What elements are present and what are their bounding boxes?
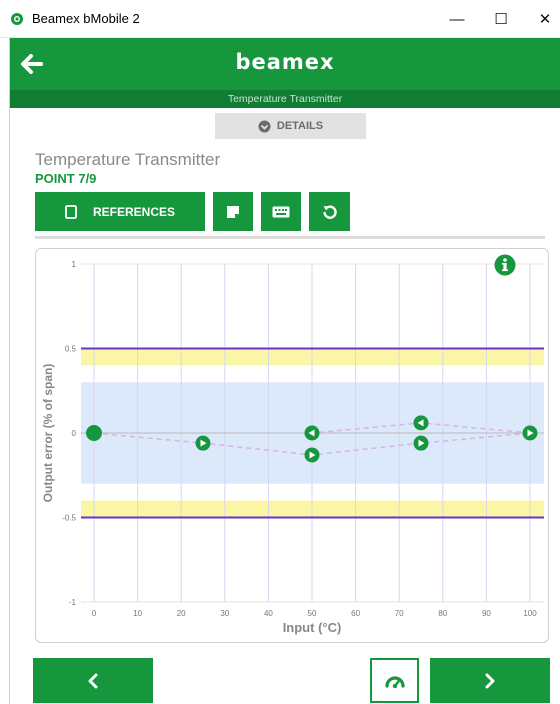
y-tick-label: -0.5 [62, 514, 76, 523]
window-title-bar: Beamex bMobile 2 — ☐ ✕ [0, 0, 560, 38]
beamex-logo: beamex [235, 50, 335, 74]
details-label: DETAILS [276, 120, 324, 132]
x-tick-label: 100 [523, 609, 537, 618]
chevron-right-icon [485, 673, 495, 688]
info-icon[interactable] [494, 254, 516, 276]
y-tick-label: 0.5 [65, 345, 77, 354]
maximize-button[interactable]: ☐ [486, 6, 516, 32]
current-point [86, 425, 102, 441]
next-button[interactable] [430, 658, 550, 703]
close-button[interactable]: ✕ [530, 6, 560, 32]
chevron-down-circle-icon [258, 120, 271, 132]
keyboard-icon [272, 206, 290, 217]
error-chart-svg: 0 10 20 30 40 50 60 70 80 90 100 1 0.5 0 -0.5 -1 Input (… [41, 260, 544, 635]
x-tick-label: 80 [438, 609, 447, 618]
keyboard-button[interactable] [261, 192, 301, 231]
details-toggle[interactable]: DETAILS [215, 113, 366, 139]
gauge-button[interactable] [370, 658, 419, 703]
x-tick-label: 10 [133, 609, 142, 618]
y-tick-label: 1 [72, 260, 77, 269]
previous-button[interactable] [33, 658, 153, 703]
reset-icon [322, 205, 337, 219]
x-tick-label: 0 [92, 609, 97, 618]
x-tick-label: 50 [308, 609, 317, 618]
x-tick-label: 30 [220, 609, 229, 618]
tablet-icon [65, 204, 77, 219]
window-title: Beamex bMobile 2 [32, 11, 140, 26]
y-tick-label: -1 [69, 598, 77, 607]
x-tick-label: 20 [177, 609, 186, 618]
references-button[interactable]: REFERENCES [35, 192, 205, 231]
error-chart: 0 10 20 30 40 50 60 70 80 90 100 1 0.5 0 -0.5 -1 Input (… [35, 248, 549, 643]
minimize-button[interactable]: — [442, 6, 472, 32]
page-title: Temperature Transmitter [35, 150, 221, 169]
x-tick-label: 90 [482, 609, 491, 618]
y-tick-label: 0 [72, 429, 77, 438]
y-axis-label: Output error (% of span) [41, 364, 55, 503]
note-icon [227, 205, 239, 218]
chevron-left-icon [88, 673, 98, 688]
x-tick-label: 60 [351, 609, 360, 618]
x-axis-label: Input (°C) [283, 620, 342, 635]
app-header: beamex [10, 38, 560, 90]
note-button[interactable] [213, 192, 253, 231]
x-tick-label: 70 [395, 609, 404, 618]
window-left-edge [0, 38, 10, 704]
reset-button[interactable] [309, 192, 350, 231]
references-label: REFERENCES [92, 204, 175, 219]
x-tick-label: 40 [264, 609, 273, 618]
point-counter: POINT 7/9 [35, 171, 97, 186]
header-subtitle: Temperature Transmitter [10, 90, 560, 108]
toolbar-divider [35, 236, 545, 239]
app-icon [11, 13, 23, 25]
gauge-icon [384, 675, 405, 688]
